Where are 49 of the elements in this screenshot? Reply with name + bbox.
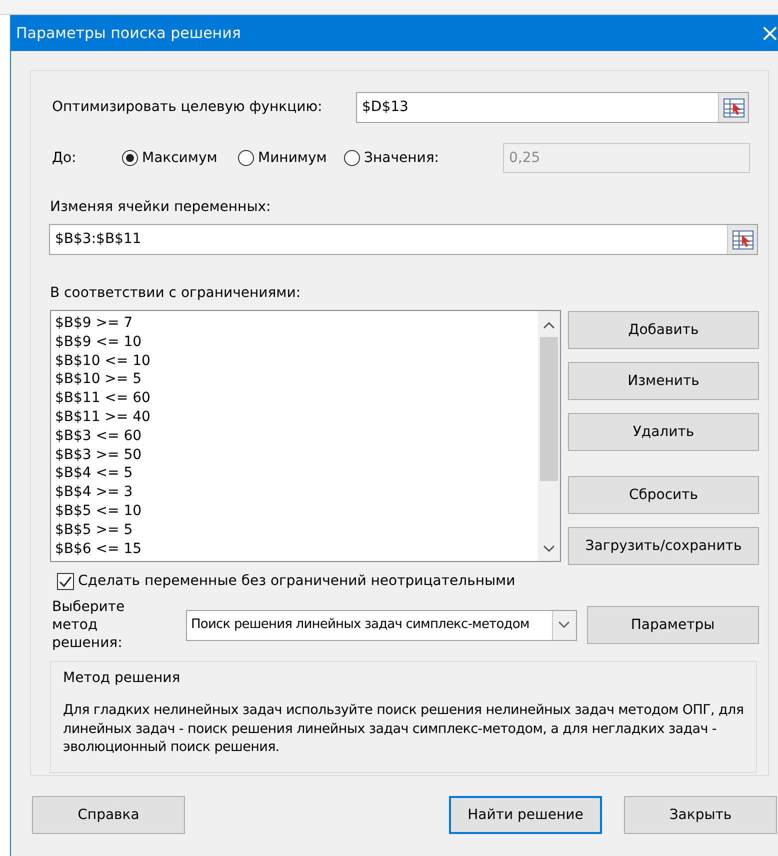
info-title: Метод решения	[63, 669, 182, 688]
dialog-button[interactable]: Закрыть	[624, 796, 777, 834]
field-label: Оптимизировать целевую функцию:	[51, 98, 324, 117]
field-value: $B$3:$B$11	[55, 230, 142, 249]
dialog-button[interactable]: Добавить	[568, 311, 759, 349]
field-label: До:	[51, 148, 78, 168]
constraint-item[interactable]: $B$10 <= 10	[55, 352, 538, 370]
constraint-item[interactable]: $B$5 >= 5	[55, 520, 538, 540]
close-button[interactable]: ×	[760, 21, 778, 45]
window-title: Параметры поиска решения	[16, 22, 241, 44]
dialog-button[interactable]: Загрузить/сохранить	[568, 527, 759, 565]
dialog-button[interactable]: Удалить	[568, 413, 759, 451]
constraint-item[interactable]: $B$4 <= 5	[55, 464, 538, 484]
constraints-list[interactable]: $B$9 >= 7 $B$9 <= 10 $B$10 <= 10 $B$10 >= 5 $B$11 <= 60 $B$11 >= 40 $B$3 <= 60 $B$3 >= 50 $B$4 <= 5 $B$4 >= 3 $B$5 <= 10 $B$5 >= 5 $B$6 <= 15	[50, 310, 561, 562]
field-label: Изменяя ячейки переменных:	[50, 198, 272, 217]
checkmark-icon	[59, 576, 72, 587]
constraint-item[interactable]: $B$9 <= 10	[55, 332, 538, 352]
method-dropdown[interactable]: Поиск решения линейных задач симплекс-методом	[186, 610, 577, 640]
constraint-item[interactable]: $B$5 <= 10	[55, 502, 538, 521]
radio-option[interactable]: Максимум	[122, 148, 238, 168]
constraint-item[interactable]: $B$9 >= 7	[55, 314, 538, 333]
field-label: В соответствии с ограничениями:	[50, 284, 302, 303]
dialog-button[interactable]: Параметры	[586, 606, 759, 644]
chevron-down-icon	[558, 621, 570, 629]
constraint-item[interactable]: $B$3 <= 60	[55, 426, 538, 446]
dialog-button[interactable]: Сбросить	[568, 476, 759, 514]
radio-option[interactable]: Значения:	[344, 148, 503, 168]
field-label: Выберите метод решения:	[51, 598, 126, 652]
dialog-button[interactable]: Изменить	[568, 362, 759, 400]
constraint-item[interactable]: $B$6 <= 15	[55, 540, 538, 558]
constraint-item[interactable]: $B$10 >= 5	[55, 370, 538, 390]
constraint-item[interactable]: $B$4 >= 3	[55, 483, 538, 502]
range-select-icon[interactable]	[722, 98, 744, 118]
scrollbar[interactable]	[538, 311, 560, 561]
constraint-item[interactable]: $B$3 >= 50	[55, 446, 538, 464]
info-text: Для гладких нелинейных задач используйте поиск решения нелинейных задач методом ОПГ, для линейных задач - поиск решения линейных задач симплекс-методом, а для негладких задач - эволюционный поиск решения.	[63, 701, 744, 756]
dialog-button[interactable]: Найти решение	[449, 796, 602, 834]
scroll-down-icon[interactable]	[543, 545, 555, 553]
checkbox-option[interactable]: Сделать переменные без ограничений неотрицательными	[57, 571, 759, 592]
range-select-icon[interactable]	[732, 230, 754, 250]
reference-field[interactable]: $D$13	[356, 92, 749, 123]
reference-field[interactable]: $B$3:$B$11	[49, 224, 758, 255]
field-value: $D$13	[362, 98, 408, 117]
scroll-up-icon[interactable]	[543, 321, 555, 329]
constraint-item[interactable]: $B$11 <= 60	[55, 389, 538, 408]
dialog-button[interactable]: Справка	[32, 796, 185, 834]
constraint-item[interactable]: $B$11 >= 40	[55, 408, 538, 427]
radio-option[interactable]: Минимум	[238, 148, 344, 168]
scroll-thumb[interactable]	[540, 337, 558, 481]
